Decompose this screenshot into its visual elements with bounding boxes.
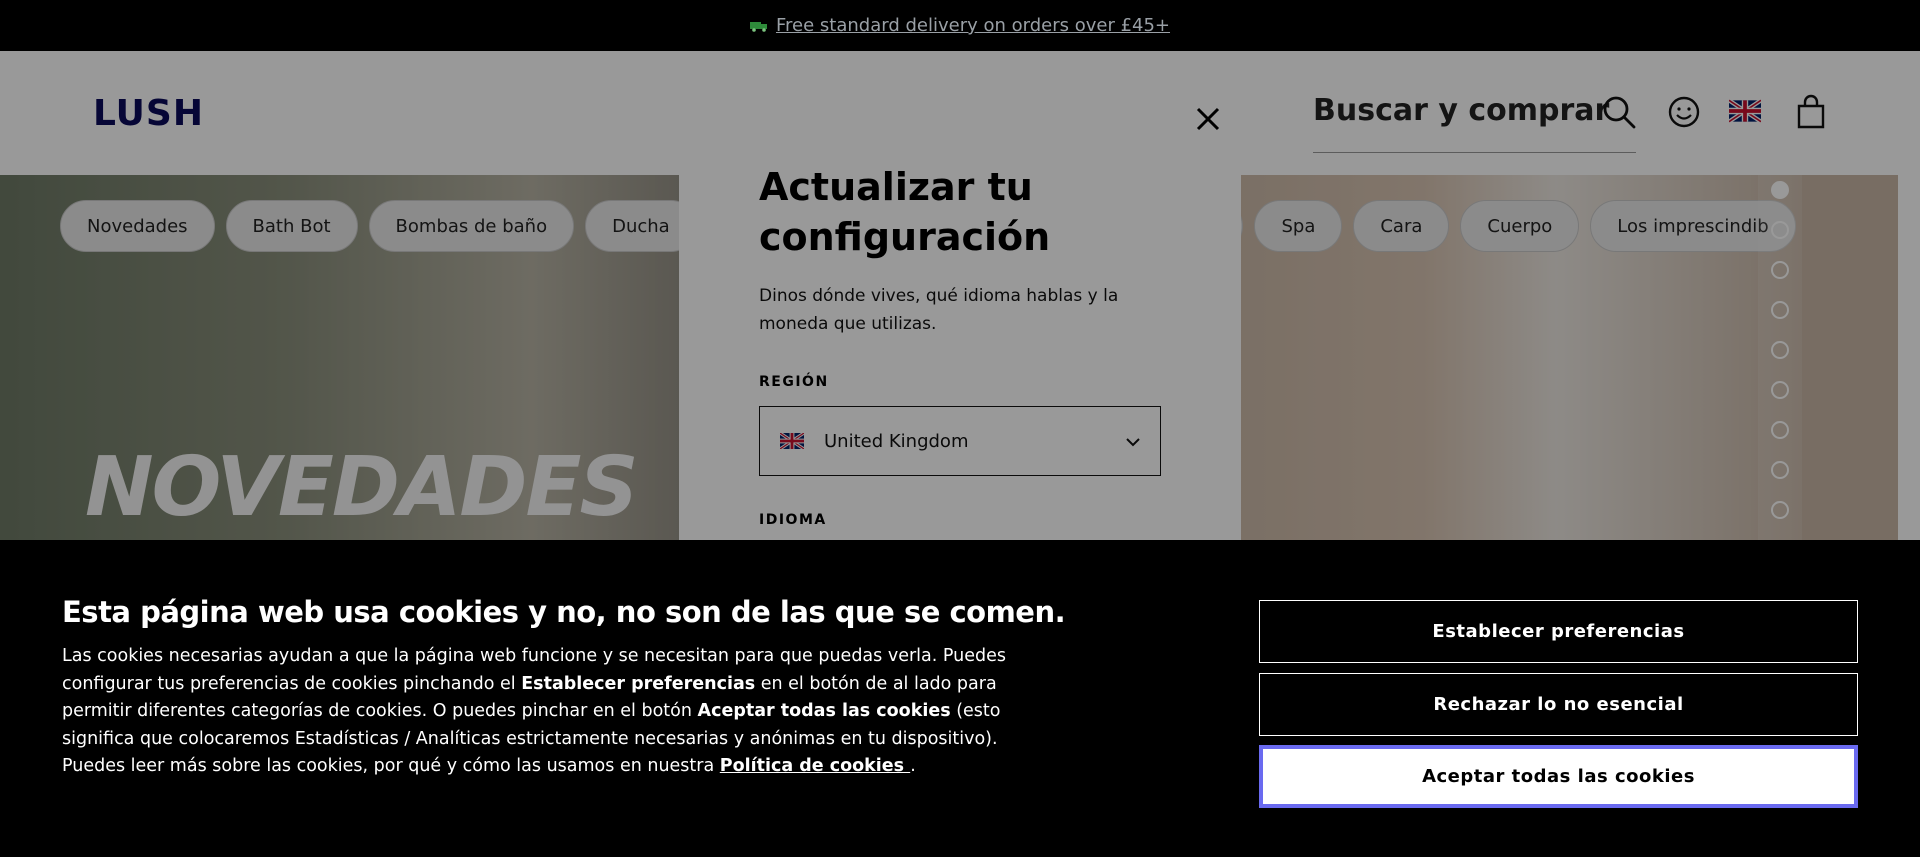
region-select[interactable]: United Kingdom	[759, 406, 1161, 476]
cookie-heading: Esta página web usa cookies y no, no son…	[62, 595, 1066, 629]
cookie-body: Las cookies necesarias ayudan a que la p…	[62, 643, 1037, 781]
region-label: REGIÓN	[759, 374, 829, 390]
promo-bar: Free standard delivery on orders over £4…	[0, 0, 1920, 51]
cookie-body-bold: Establecer preferencias	[521, 673, 756, 694]
close-icon[interactable]	[1193, 104, 1223, 134]
settings-modal: Actualizar tu configuración Dinos dónde …	[679, 82, 1241, 552]
cookie-body-text: .	[910, 756, 916, 777]
truck-icon	[749, 21, 767, 32]
cookie-body-bold: Aceptar todas las cookies	[697, 701, 951, 722]
modal-intro: Dinos dónde vives, qué idioma hablas y l…	[759, 286, 1119, 334]
promo-link[interactable]: Free standard delivery on orders over £4…	[776, 15, 1170, 36]
chevron-down-icon	[1126, 438, 1140, 447]
region-value: United Kingdom	[824, 430, 969, 452]
accept-all-cookies-button[interactable]: Aceptar todas las cookies	[1259, 745, 1858, 808]
language-label: IDIOMA	[759, 512, 827, 528]
cookie-banner: Esta página web usa cookies y no, no son…	[0, 540, 1920, 857]
reject-nonessential-button[interactable]: Rechazar lo no esencial	[1259, 673, 1858, 736]
modal-title: Actualizar tu configuración	[759, 165, 1051, 259]
cookie-policy-link[interactable]: Política de cookies	[720, 756, 910, 776]
set-preferences-button[interactable]: Establecer preferencias	[1259, 600, 1858, 663]
uk-flag-icon	[780, 433, 804, 449]
